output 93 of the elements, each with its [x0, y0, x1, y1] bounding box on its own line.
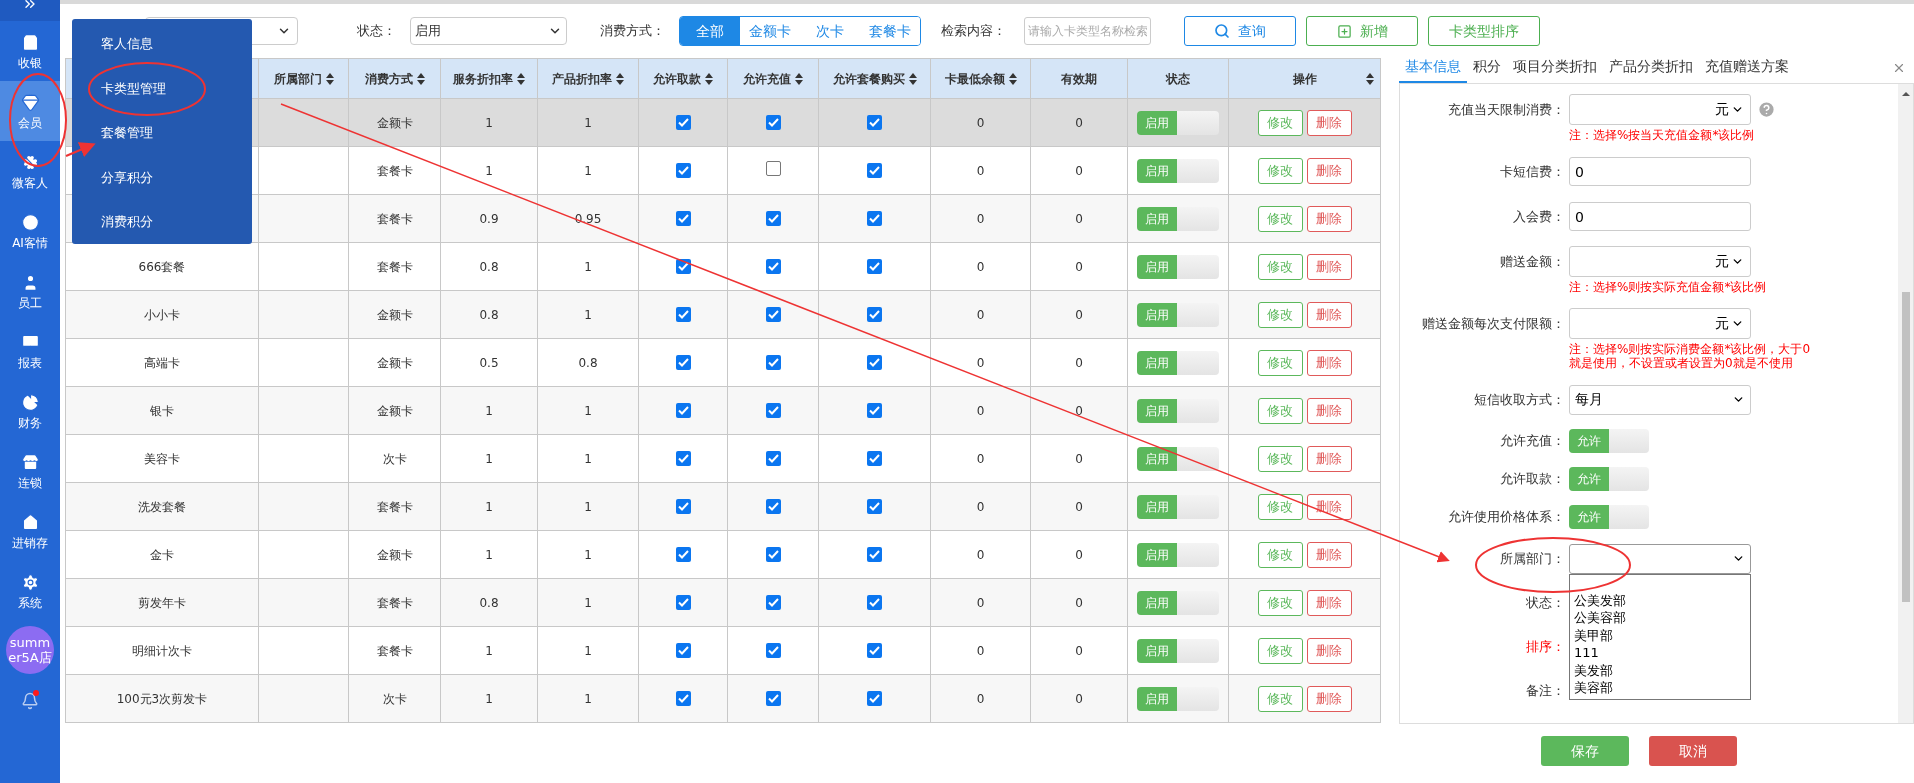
method-cell: 套餐卡	[348, 482, 441, 531]
min-balance-cell: 0	[930, 482, 1031, 531]
service-rate-cell: 1	[440, 674, 538, 723]
name-cell: 银卡	[65, 386, 259, 435]
min-balance-cell: 0	[930, 674, 1031, 723]
method-cell: 次卡	[348, 674, 441, 723]
name-cell: 100元3次剪发卡	[65, 674, 259, 723]
name-cell: 高端卡	[65, 338, 259, 387]
search-label: 检索内容：	[941, 22, 1006, 41]
method-cell: 金额卡	[348, 290, 441, 339]
validity-cell: 0	[1030, 674, 1128, 723]
validity-cell: 0	[1030, 626, 1128, 675]
validity-cell: 0	[1030, 530, 1128, 579]
field-label: 允许取款：	[1499, 470, 1565, 489]
field-label: 充值当天限制消费：	[1447, 100, 1565, 119]
method-cell: 套餐卡	[348, 146, 441, 195]
field-label: 入会费：	[1512, 207, 1565, 226]
method-label: 消费方式：	[600, 22, 665, 41]
product-rate-cell: 1	[537, 386, 639, 435]
validity-cell: 0	[1030, 242, 1128, 291]
min-balance-cell: 0	[930, 98, 1031, 147]
validity-cell: 0	[1030, 434, 1128, 483]
validity-cell: 0	[1030, 578, 1128, 627]
field-label: 赠送金额：	[1499, 252, 1565, 271]
method-cell: 套餐卡	[348, 242, 441, 291]
field-label: 状态：	[1525, 594, 1565, 613]
min-balance-cell: 0	[930, 194, 1031, 243]
status-label: 状态：	[357, 22, 396, 41]
validity-cell: 0	[1030, 194, 1128, 243]
min-balance-cell: 0	[930, 146, 1031, 195]
product-rate-cell: 1	[537, 434, 639, 483]
product-rate-cell: 1	[537, 290, 639, 339]
product-rate-cell: 1	[537, 146, 639, 195]
method-cell: 套餐卡	[348, 626, 441, 675]
field-label: 允许使用价格体系：	[1447, 508, 1565, 527]
validity-cell: 0	[1030, 290, 1128, 339]
name-cell: 洗发套餐	[65, 482, 259, 531]
field-note: 注：选择%则按实际充值金额*该比例	[1569, 280, 1768, 294]
min-balance-cell: 0	[930, 530, 1031, 579]
service-rate-cell: 1	[440, 626, 538, 675]
field-label: 排序：	[1525, 638, 1565, 657]
method-cell: 金额卡	[348, 98, 441, 147]
validity-cell: 0	[1030, 482, 1128, 531]
field-label: 允许充值：	[1499, 432, 1565, 451]
product-rate-cell: 1	[537, 482, 639, 531]
service-rate-cell: 1	[440, 530, 538, 579]
field-note: 注：选择%按当天充值金额*该比例	[1569, 128, 1756, 142]
service-rate-cell: 0.9	[440, 194, 538, 243]
field-label: 短信收取方式：	[1473, 390, 1565, 409]
product-rate-cell: 0.95	[537, 194, 639, 243]
method-cell: 金额卡	[348, 530, 441, 579]
product-rate-cell: 1	[537, 98, 639, 147]
product-rate-cell: 1	[537, 626, 639, 675]
service-rate-cell: 0.8	[440, 578, 538, 627]
validity-cell: 0	[1030, 146, 1128, 195]
service-rate-cell: 1	[440, 146, 538, 195]
service-rate-cell: 1	[440, 482, 538, 531]
min-balance-cell: 0	[930, 338, 1031, 387]
min-balance-cell: 0	[930, 242, 1031, 291]
service-rate-cell: 0.5	[440, 338, 538, 387]
method-cell: 金额卡	[348, 386, 441, 435]
service-rate-cell: 1	[440, 386, 538, 435]
validity-cell: 0	[1030, 98, 1128, 147]
min-balance-cell: 0	[930, 578, 1031, 627]
field-label: 备注：	[1525, 682, 1565, 701]
method-cell: 次卡	[348, 434, 441, 483]
product-rate-cell: 0.8	[537, 338, 639, 387]
method-cell: 套餐卡	[348, 194, 441, 243]
validity-cell: 0	[1030, 386, 1128, 435]
name-cell: 小小卡	[65, 290, 259, 339]
name-cell: 剪发年卡	[65, 578, 259, 627]
service-rate-cell: 0.8	[440, 242, 538, 291]
field-label: 所属部门：	[1499, 549, 1565, 568]
product-rate-cell: 1	[537, 578, 639, 627]
field-label: 赠送金额每次支付限额：	[1421, 314, 1565, 333]
name-cell: 金卡	[65, 530, 259, 579]
product-rate-cell: 1	[537, 242, 639, 291]
method-cell: 金额卡	[348, 338, 441, 387]
name-cell: 美容卡	[65, 434, 259, 483]
field-label: 卡短信费：	[1499, 162, 1565, 181]
name-cell: 明细计次卡	[65, 626, 259, 675]
min-balance-cell: 0	[930, 386, 1031, 435]
min-balance-cell: 0	[930, 626, 1031, 675]
service-rate-cell: 0.8	[440, 290, 538, 339]
product-rate-cell: 1	[537, 674, 639, 723]
product-rate-cell: 1	[537, 530, 639, 579]
min-balance-cell: 0	[930, 434, 1031, 483]
field-note: 注：选择%则按实际消费金额*该比例，大于0 就是使用，不设置或者设置为0就是不使用	[1569, 342, 1812, 370]
service-rate-cell: 1	[440, 98, 538, 147]
min-balance-cell: 0	[930, 290, 1031, 339]
validity-cell: 0	[1030, 338, 1128, 387]
service-rate-cell: 1	[440, 434, 538, 483]
method-cell: 套餐卡	[348, 578, 441, 627]
